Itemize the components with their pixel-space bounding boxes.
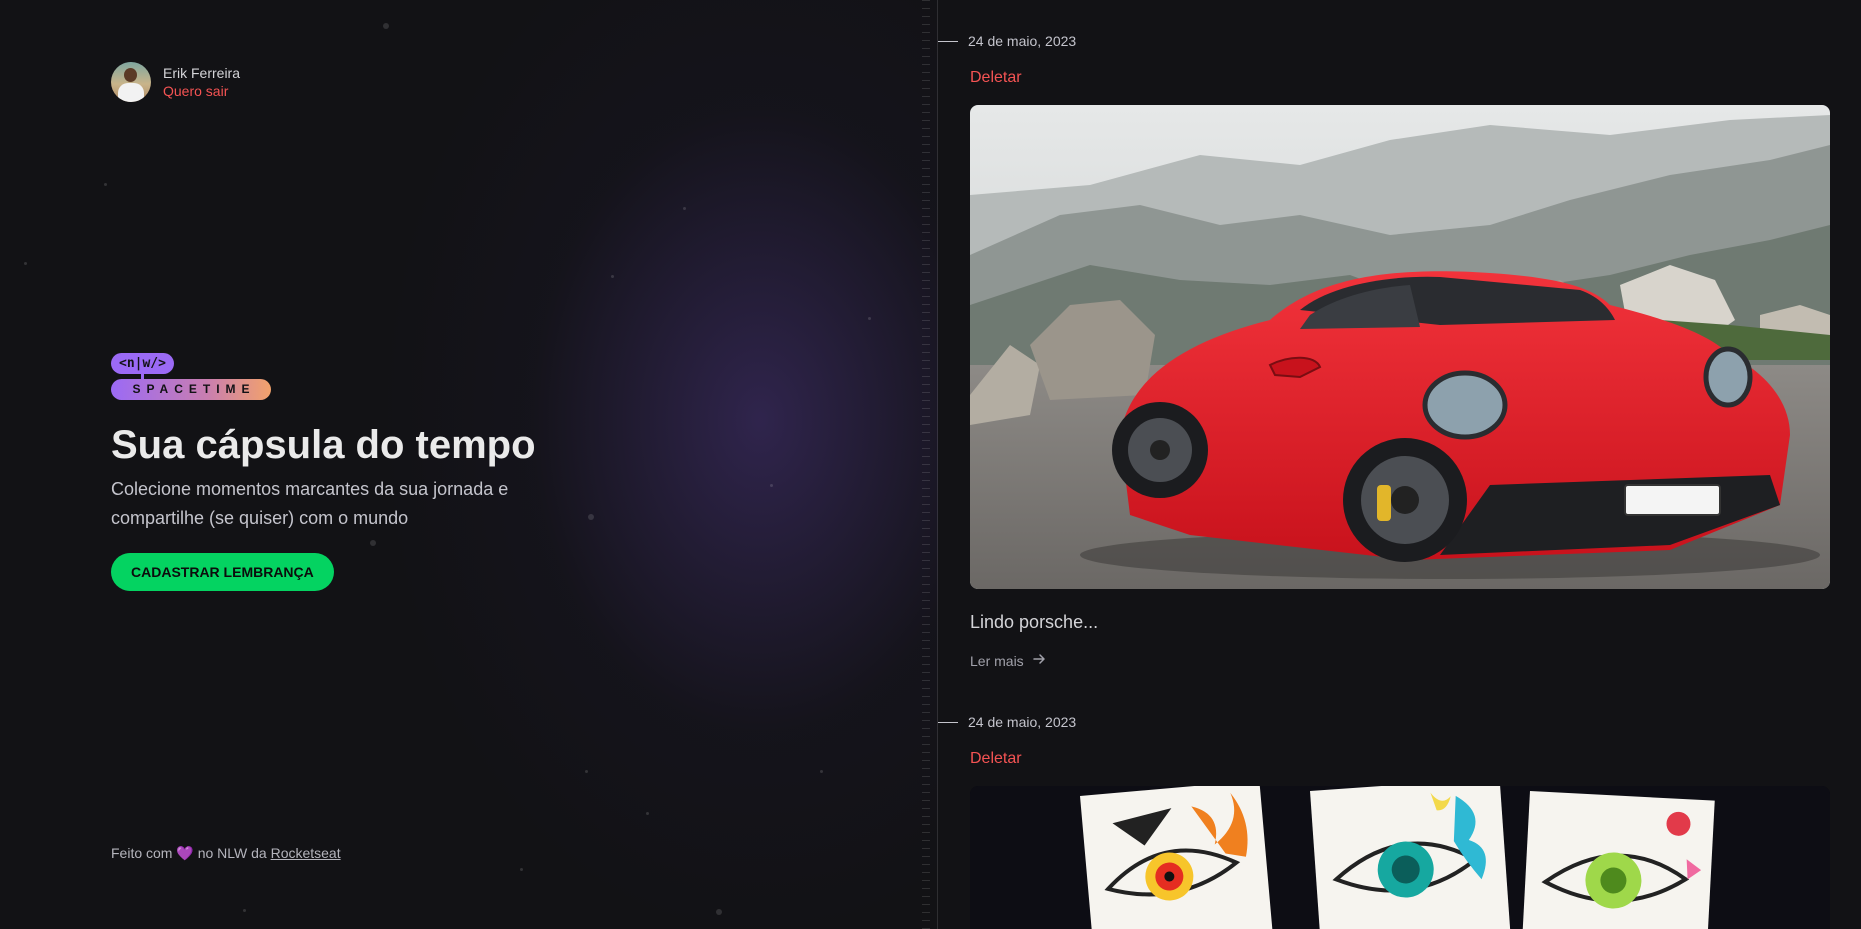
red-porsche-photo — [970, 105, 1830, 589]
star — [770, 484, 773, 487]
create-memory-button[interactable]: CADASTRAR LEMBRANÇA — [111, 553, 334, 591]
memories-timeline[interactable]: 24 de maio, 2023 Deletar Lindo porsche..… — [938, 0, 1861, 929]
footer-middle: no NLW da — [197, 845, 267, 861]
avatar[interactable] — [111, 62, 151, 102]
memory-excerpt: Lindo porsche... — [970, 612, 1099, 632]
hero-panel: Erik Ferreira Quero sair <n|w/> SPACETIM… — [0, 0, 938, 929]
read-more-label: Ler mais — [970, 653, 1024, 669]
arrow-right-icon — [1032, 652, 1046, 670]
user-name: Erik Ferreira — [163, 65, 241, 81]
memory-date: 24 de maio, 2023 — [968, 714, 1077, 730]
delete-memory-button[interactable]: Deletar — [970, 749, 1022, 769]
page-subtitle: Colecione momentos marcantes da sua jorn… — [111, 479, 509, 528]
memory-date: 24 de maio, 2023 — [968, 33, 1077, 49]
nlw-spacetime-logo: <n|w/> SPACETIME — [111, 353, 271, 401]
star — [820, 770, 823, 773]
star — [716, 909, 722, 915]
memory-card: 24 de maio, 2023 Deletar — [938, 32, 1861, 692]
footer-prefix: Feito com — [111, 845, 173, 861]
star — [370, 540, 376, 546]
star — [588, 514, 594, 520]
star — [683, 207, 686, 210]
memory-date-row: 24 de maio, 2023 — [938, 713, 1076, 731]
purple-heart-icon: 💜 — [176, 845, 194, 861]
logo-spacetime-badge: SPACETIME — [111, 379, 271, 400]
read-more-link[interactable]: Ler mais — [970, 652, 1046, 670]
star — [611, 275, 614, 278]
timeline-tick — [938, 40, 958, 42]
anime-eyes-drawings-photo — [970, 786, 1830, 929]
app: Erik Ferreira Quero sair <n|w/> SPACETIM… — [0, 0, 1861, 929]
logo-nlw-badge: <n|w/> — [111, 353, 174, 374]
star — [243, 909, 246, 912]
delete-memory-button[interactable]: Deletar — [970, 68, 1022, 88]
memory-card: 24 de maio, 2023 Deletar — [938, 713, 1861, 929]
star — [24, 262, 27, 265]
logout-link[interactable]: Quero sair — [163, 82, 240, 100]
user-profile: Erik Ferreira Quero sair — [111, 62, 240, 102]
timeline-tick — [938, 721, 958, 723]
star — [585, 770, 588, 773]
star — [104, 183, 107, 186]
star — [383, 23, 389, 29]
star — [646, 812, 649, 815]
page-title: Sua cápsula do tempo — [111, 423, 536, 467]
rocketseat-link[interactable]: Rocketseat — [271, 845, 341, 861]
memory-date-row: 24 de maio, 2023 — [938, 32, 1076, 50]
footer: Feito com 💜 no NLW da Rocketseat — [111, 844, 341, 862]
timeline-stripes — [922, 0, 930, 929]
user-info: Erik Ferreira Quero sair — [163, 64, 240, 100]
star — [520, 868, 523, 871]
star — [868, 317, 871, 320]
